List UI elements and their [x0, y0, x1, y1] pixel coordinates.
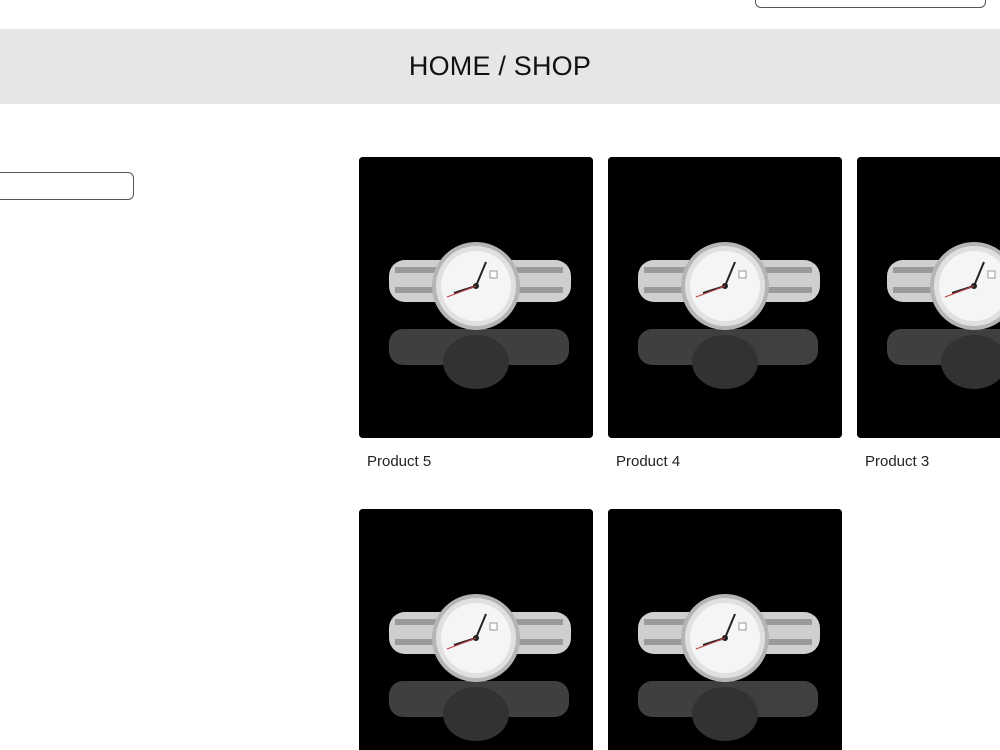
- search-input[interactable]: [755, 0, 986, 8]
- wristwatch-icon: [608, 509, 842, 750]
- wristwatch-icon: [359, 509, 593, 750]
- product-image[interactable]: [608, 157, 842, 438]
- wristwatch-icon: [359, 157, 593, 438]
- product-image[interactable]: [359, 157, 593, 438]
- product-title[interactable]: Product 4: [616, 453, 842, 470]
- product-image[interactable]: [359, 509, 593, 750]
- product-image[interactable]: [857, 157, 1000, 438]
- filter-input[interactable]: [0, 172, 134, 200]
- product-card[interactable]: Product 5: [359, 157, 593, 470]
- product-card[interactable]: Product 3: [857, 157, 1000, 470]
- wristwatch-icon: [857, 157, 1000, 438]
- product-title[interactable]: Product 5: [367, 453, 593, 470]
- product-title[interactable]: Product 3: [865, 453, 1000, 470]
- product-image[interactable]: [608, 509, 842, 750]
- product-card[interactable]: [359, 509, 593, 750]
- product-card[interactable]: [608, 509, 842, 750]
- breadcrumb: HOME / SHOP: [408, 51, 592, 81]
- page-banner: HOME / SHOP: [0, 29, 1000, 104]
- wristwatch-icon: [608, 157, 842, 438]
- product-card[interactable]: Product 4: [608, 157, 842, 470]
